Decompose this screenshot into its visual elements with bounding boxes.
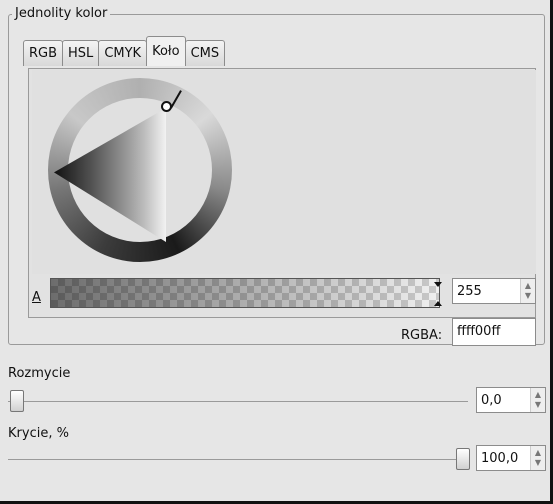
rgba-label: RGBA:	[401, 328, 443, 343]
down-arrow-icon[interactable]: ▼	[535, 458, 541, 468]
alpha-stepper[interactable]: ▲ ▼	[520, 279, 535, 303]
tab-cmyk[interactable]: CMYK	[98, 40, 148, 66]
blur-label: Rozmycie	[8, 366, 71, 381]
opacity-stepper[interactable]: ▲ ▼	[530, 446, 545, 470]
up-arrow-icon[interactable]: ▲	[535, 448, 541, 458]
blur-slider-thumb[interactable]	[10, 390, 24, 412]
alpha-spinbox[interactable]: 255 ▲ ▼	[452, 278, 536, 304]
blur-spinbox[interactable]: 0,0 ▲ ▼	[476, 387, 546, 413]
down-arrow-icon[interactable]: ▼	[535, 400, 541, 410]
alpha-value[interactable]: 255	[453, 284, 520, 299]
group-title: Jednolity kolor	[12, 6, 111, 21]
opacity-spinbox[interactable]: 100,0 ▲ ▼	[476, 445, 546, 471]
tab-wheel[interactable]: Koło	[146, 36, 186, 66]
blur-slider-track[interactable]	[8, 401, 468, 402]
opacity-slider-thumb[interactable]	[456, 448, 470, 470]
up-arrow-icon[interactable]: ▲	[525, 281, 531, 291]
tab-hsl[interactable]: HSL	[62, 40, 100, 66]
opacity-slider-track[interactable]	[8, 459, 468, 460]
alpha-slider-marker-bottom	[434, 301, 442, 306]
blur-stepper[interactable]: ▲ ▼	[530, 388, 545, 412]
hue-marker-handle[interactable]	[161, 101, 172, 112]
up-arrow-icon[interactable]: ▲	[535, 390, 541, 400]
opacity-label: Krycie, %	[8, 426, 69, 441]
rgba-input[interactable]: ffff00ff	[452, 318, 536, 346]
color-mode-tabs: RGB HSL CMYK Koło CMS	[23, 36, 226, 66]
opacity-value[interactable]: 100,0	[477, 451, 530, 466]
tab-rgb[interactable]: RGB	[23, 40, 64, 66]
blur-value[interactable]: 0,0	[477, 393, 530, 408]
alpha-label: A	[32, 290, 41, 305]
alpha-slider[interactable]	[50, 278, 440, 308]
tab-cms[interactable]: CMS	[184, 40, 226, 66]
alpha-slider-marker-top	[434, 282, 442, 287]
down-arrow-icon[interactable]: ▼	[525, 291, 531, 301]
